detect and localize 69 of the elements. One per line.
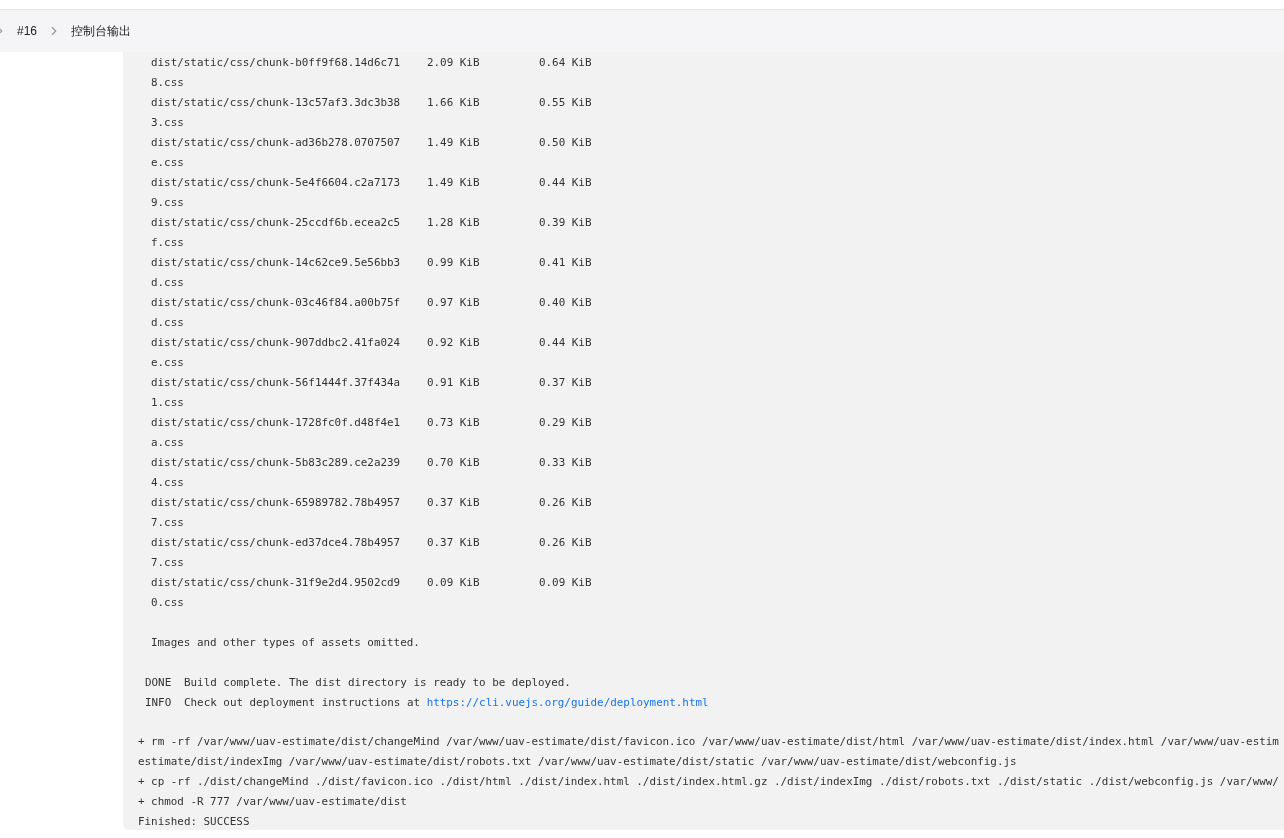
asset-name: dist/static/css/chunk-5b83c289.ce2a239 bbox=[151, 455, 402, 471]
asset-name: d.css bbox=[151, 316, 184, 329]
asset-name: 8.css bbox=[151, 76, 184, 89]
asset-name: dist/static/css/chunk-25ccdf6b.ecea2c5 bbox=[151, 215, 402, 231]
asset-name: e.css bbox=[151, 356, 184, 369]
asset-gzipped-size: 0.37 KiB bbox=[539, 375, 592, 391]
deployment-link[interactable]: https://cli.vuejs.org/guide/deployment.html bbox=[426, 693, 709, 713]
console-text: Images and other types of assets omitted. bbox=[151, 636, 420, 649]
asset-size: 0.09 KiB bbox=[427, 575, 481, 591]
asset-gzipped-size: 0.26 KiB bbox=[539, 495, 592, 511]
asset-size: 1.49 KiB bbox=[427, 135, 481, 151]
asset-gzipped-size: 0.40 KiB bbox=[539, 295, 592, 311]
message-tag: INFO bbox=[145, 693, 184, 713]
asset-gzipped-size: 0.50 KiB bbox=[539, 135, 592, 151]
asset-gzipped-size: 0.55 KiB bbox=[539, 95, 592, 111]
asset-size: 2.09 KiB bbox=[427, 55, 481, 71]
asset-name: dist/static/css/chunk-13c57af3.3dc3b38 bbox=[151, 95, 402, 111]
asset-gzipped-size: 0.44 KiB bbox=[539, 175, 592, 191]
asset-gzipped-size: 0.64 KiB bbox=[539, 55, 592, 71]
asset-name: dist/static/css/chunk-65989782.78b4957 bbox=[151, 495, 402, 511]
asset-size: 0.92 KiB bbox=[427, 335, 481, 351]
asset-name: d.css bbox=[151, 276, 184, 289]
asset-size: 0.91 KiB bbox=[427, 375, 481, 391]
asset-name: f.css bbox=[151, 236, 184, 249]
breadcrumb-link[interactable]: #16 bbox=[17, 22, 38, 40]
console-text: + rm -rf /var/www/uav-estimate/dist/changeMind /var/www/uav-estimate/dist/favicon.ico /var/www/uav-estimate/dist/html /var/www/uav-estimate/dist/index.html /var/www/uav-estim bbox=[138, 735, 1279, 748]
console-text: Build complete. The dist directory is ready to be deployed. bbox=[184, 675, 571, 691]
console-text: estimate/dist/indexImg /var/www/uav-estimate/dist/robots.txt /var/www/uav-estimate/dist/static /var/www/uav-estimate/dist/webconfig.js bbox=[138, 755, 1017, 768]
asset-size: 0.73 KiB bbox=[427, 415, 481, 431]
asset-name: 7.css bbox=[151, 516, 184, 529]
asset-size: 0.70 KiB bbox=[427, 455, 481, 471]
asset-name: 0.css bbox=[151, 596, 184, 609]
asset-size: 1.66 KiB bbox=[427, 95, 481, 111]
asset-size: 0.97 KiB bbox=[427, 295, 481, 311]
console-text: + chmod -R 777 /var/www/uav-estimate/dist bbox=[138, 795, 407, 808]
asset-size: 0.37 KiB bbox=[427, 535, 481, 551]
asset-size: 0.37 KiB bbox=[427, 495, 481, 511]
console-text: + cp -rf ./dist/changeMind ./dist/favicon.ico ./dist/html ./dist/index.html ./dist/index.html.gz ./dist/indexImg ./dist/robots.txt ./dist/static ./dist/webconfig.js /var/www/ bbox=[138, 775, 1279, 788]
asset-name: dist/static/css/chunk-ed37dce4.78b4957 bbox=[151, 535, 402, 551]
console-text: Check out deployment instructions at bbox=[184, 695, 421, 711]
asset-size: 0.99 KiB bbox=[427, 255, 481, 271]
asset-gzipped-size: 0.26 KiB bbox=[539, 535, 592, 551]
asset-name: dist/static/css/chunk-ad36b278.0707507 bbox=[151, 135, 402, 151]
asset-name: 9.css bbox=[151, 196, 184, 209]
asset-name: e.css bbox=[151, 156, 184, 169]
message-tag: DONE bbox=[145, 673, 184, 693]
asset-name: 1.css bbox=[151, 396, 184, 409]
asset-name: 4.css bbox=[151, 476, 184, 489]
console-text: Finished: SUCCESS bbox=[138, 815, 250, 828]
asset-size: 1.28 KiB bbox=[427, 215, 481, 231]
asset-name: a.css bbox=[151, 436, 184, 449]
asset-gzipped-size: 0.29 KiB bbox=[539, 415, 592, 431]
asset-name: dist/static/css/chunk-03c46f84.a00b75f bbox=[151, 295, 402, 311]
asset-gzipped-size: 0.09 KiB bbox=[539, 575, 592, 591]
asset-name: dist/static/css/chunk-14c62ce9.5e56bb3 bbox=[151, 255, 402, 271]
asset-name: dist/static/css/chunk-b0ff9f68.14d6c71 bbox=[151, 55, 402, 71]
asset-name: dist/static/css/chunk-907ddbc2.41fa024 bbox=[151, 335, 402, 351]
breadcrumb-link[interactable]: 控制台输出 bbox=[71, 22, 132, 40]
asset-name: dist/static/css/chunk-1728fc0f.d48f4e1 bbox=[151, 415, 402, 431]
asset-gzipped-size: 0.41 KiB bbox=[539, 255, 592, 271]
asset-size: 1.49 KiB bbox=[427, 175, 481, 191]
asset-gzipped-size: 0.44 KiB bbox=[539, 335, 592, 351]
asset-gzipped-size: 0.39 KiB bbox=[539, 215, 592, 231]
asset-name: dist/static/css/chunk-31f9e2d4.9502cd9 bbox=[151, 575, 402, 591]
asset-name: 3.css bbox=[151, 116, 184, 129]
asset-gzipped-size: 0.33 KiB bbox=[539, 455, 592, 471]
asset-name: dist/static/css/chunk-5e4f6604.c2a7173 bbox=[151, 175, 402, 191]
asset-name: 7.css bbox=[151, 556, 184, 569]
asset-name: dist/static/css/chunk-56f1444f.37f434a bbox=[151, 375, 402, 391]
